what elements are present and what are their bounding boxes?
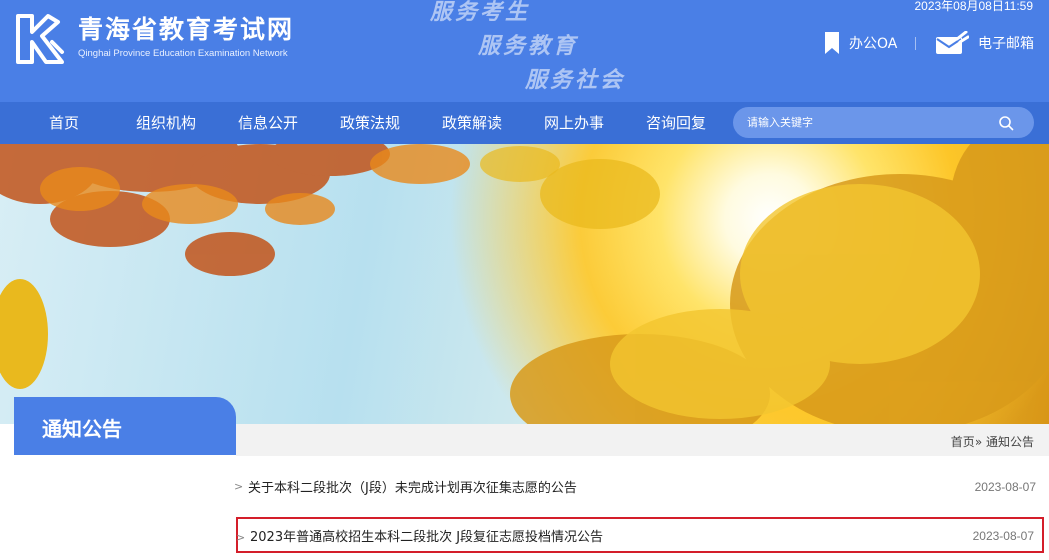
nav-item-organization[interactable]: 组织机构	[136, 102, 196, 144]
nav-item-consultation[interactable]: 咨询回复	[646, 102, 706, 144]
site-subtitle: Qinghai Province Education Examination N…	[78, 48, 288, 59]
nav-item-info-disclosure[interactable]: 信息公开	[238, 102, 298, 144]
section-title: 通知公告	[42, 417, 122, 441]
search-input[interactable]	[747, 107, 987, 138]
office-oa-label: 办公OA	[849, 36, 898, 52]
bullet-chevron-icon: >	[234, 480, 244, 493]
breadcrumb-current: 通知公告	[985, 435, 1034, 449]
search-box	[733, 107, 1034, 138]
bookmark-icon	[825, 32, 839, 54]
mail-icon	[936, 31, 969, 54]
bullet-chevron-icon: >	[236, 531, 246, 544]
search-icon[interactable]	[998, 115, 1014, 131]
banner-foliage	[0, 144, 1049, 424]
slogan-serve-society: 服务社会	[525, 67, 626, 93]
notice-list-item-highlighted[interactable]: > 2023年普通高校招生本科二段批次 J段复征志愿投档情况公告 2023-08…	[236, 517, 1044, 553]
main-nav: 首页 组织机构 信息公开 政策法规 政策解读 网上办事 咨询回复	[0, 102, 1049, 144]
top-links-divider	[915, 37, 916, 50]
site-title[interactable]: 青海省教育考试网	[78, 10, 294, 46]
breadcrumb: 首页» 通知公告	[951, 433, 1034, 450]
autumn-banner-image	[0, 144, 1049, 424]
notice-date: 2023-08-07	[972, 529, 1034, 543]
breadcrumb-bar: 首页» 通知公告	[236, 424, 1049, 456]
slogan-serve-education: 服务教育	[478, 33, 579, 59]
notice-title-link[interactable]: 关于本科二段批次（J段）未完成计划再次征集志愿的公告	[248, 477, 577, 496]
email-label: 电子邮箱	[978, 36, 1034, 52]
nav-item-policy-interpretation[interactable]: 政策解读	[442, 102, 502, 144]
breadcrumb-separator: »	[974, 435, 983, 449]
nav-item-home[interactable]: 首页	[49, 102, 79, 144]
email-link[interactable]: 电子邮箱	[935, 30, 1034, 56]
notice-date: 2023-08-07	[974, 480, 1036, 494]
section-tab: 通知公告	[14, 397, 236, 455]
current-datetime: 2023年08月08日11:59	[914, 0, 1033, 13]
nav-item-online-services[interactable]: 网上办事	[544, 102, 604, 144]
site-logo-icon[interactable]	[12, 12, 66, 66]
slogan-serve-examinees: 服务考生	[430, 0, 531, 25]
office-oa-link[interactable]: 办公OA	[824, 30, 897, 56]
breadcrumb-home-link[interactable]: 首页	[951, 435, 975, 449]
notice-title-link[interactable]: 2023年普通高校招生本科二段批次 J段复征志愿投档情况公告	[250, 526, 603, 545]
site-header: 青海省教育考试网 Qinghai Province Education Exam…	[0, 0, 1049, 102]
notice-list-item[interactable]: > 关于本科二段批次（J段）未完成计划再次征集志愿的公告 2023-08-07	[234, 468, 1044, 504]
nav-item-policies[interactable]: 政策法规	[340, 102, 400, 144]
